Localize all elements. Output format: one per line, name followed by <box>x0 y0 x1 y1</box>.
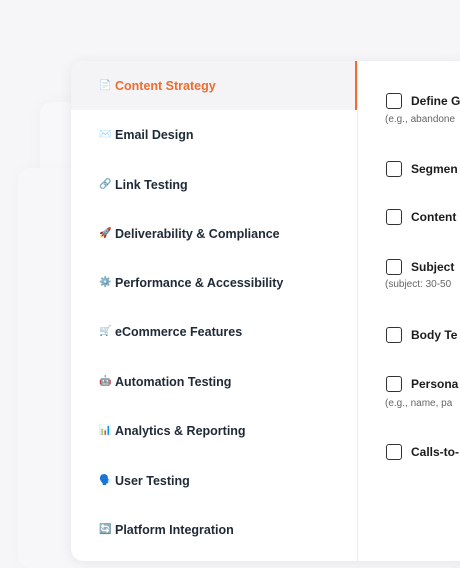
checklist-card: 📄 Content Strategy ✉️ Email Design 🔗 Lin… <box>71 61 460 561</box>
gear-icon: ⚙️ <box>99 277 112 288</box>
document-icon: 📄 <box>99 80 112 91</box>
bar-chart-icon: 📊 <box>99 425 112 436</box>
link-icon: 🔗 <box>99 179 112 190</box>
checklist-item-label: Calls-to- <box>411 445 459 459</box>
robot-icon: 🤖 <box>99 376 112 387</box>
sidebar-item-link-testing[interactable]: 🔗 Link Testing <box>71 160 357 209</box>
category-sidebar: 📄 Content Strategy ✉️ Email Design 🔗 Lin… <box>71 61 358 561</box>
sidebar-item-analytics-reporting[interactable]: 📊 Analytics & Reporting <box>71 406 357 455</box>
checkbox[interactable] <box>386 376 402 392</box>
sidebar-item-performance-accessibility[interactable]: ⚙️ Performance & Accessibility <box>71 258 357 307</box>
rocket-icon: 🚀 <box>99 228 112 239</box>
checklist-item: Content <box>386 209 456 225</box>
sidebar-item-label: Platform Integration <box>115 522 234 537</box>
checkbox[interactable] <box>386 327 402 343</box>
checklist-item: Subject <box>386 259 454 275</box>
envelope-icon: ✉️ <box>99 129 112 140</box>
checkbox[interactable] <box>386 259 402 275</box>
checklist-item-label: Define G <box>411 94 460 108</box>
sidebar-item-label: Email Design <box>115 127 194 142</box>
checklist-panel: Define G (e.g., abandone Segmen Content … <box>358 61 460 561</box>
sidebar-item-label: eCommerce Features <box>115 324 243 339</box>
shopping-cart-icon: 🛒 <box>99 326 112 337</box>
sidebar-item-label: Deliverability & Compliance <box>115 226 280 241</box>
sidebar-item-label: Automation Testing <box>115 374 232 389</box>
checkbox[interactable] <box>386 93 402 109</box>
checklist-item: Define G <box>386 93 460 109</box>
checkbox[interactable] <box>386 161 402 177</box>
checklist-item-hint: (e.g., name, pa <box>385 398 453 409</box>
sidebar-item-deliverability-compliance[interactable]: 🚀 Deliverability & Compliance <box>71 209 357 258</box>
sidebar-item-label: Link Testing <box>115 177 188 192</box>
checklist-item-label: Body Te <box>411 328 458 342</box>
sync-icon: 🔄 <box>99 524 112 535</box>
checklist-item-label: Content <box>411 210 457 224</box>
sidebar-item-label: Performance & Accessibility <box>115 275 284 290</box>
checklist-item: Body Te <box>386 327 457 343</box>
checkbox[interactable] <box>386 444 402 460</box>
checkbox[interactable] <box>386 209 402 225</box>
checklist-item-hint: (e.g., abandone <box>385 114 456 125</box>
sidebar-item-user-testing[interactable]: 🗣️ User Testing <box>71 456 357 505</box>
sidebar-item-content-strategy[interactable]: 📄 Content Strategy <box>71 61 357 110</box>
checklist-item: Persona <box>386 376 458 392</box>
checklist-item-label: Segmen <box>411 162 458 176</box>
speaking-head-icon: 🗣️ <box>99 475 112 486</box>
sidebar-item-automation-testing[interactable]: 🤖 Automation Testing <box>71 357 357 406</box>
checklist-item-hint: (subject: 30-50 <box>385 279 452 290</box>
checklist-item: Segmen <box>386 161 458 177</box>
sidebar-item-ecommerce-features[interactable]: 🛒 eCommerce Features <box>71 307 357 356</box>
sidebar-item-email-design[interactable]: ✉️ Email Design <box>71 110 357 159</box>
sidebar-item-platform-integration[interactable]: 🔄 Platform Integration <box>71 505 357 554</box>
sidebar-item-label: User Testing <box>115 473 190 488</box>
checklist-item-label: Persona <box>411 377 459 391</box>
checklist-item-label: Subject <box>411 260 455 274</box>
sidebar-item-label: Content Strategy <box>115 78 216 93</box>
checklist-item: Calls-to- <box>386 444 459 460</box>
sidebar-item-label: Analytics & Reporting <box>115 423 246 438</box>
